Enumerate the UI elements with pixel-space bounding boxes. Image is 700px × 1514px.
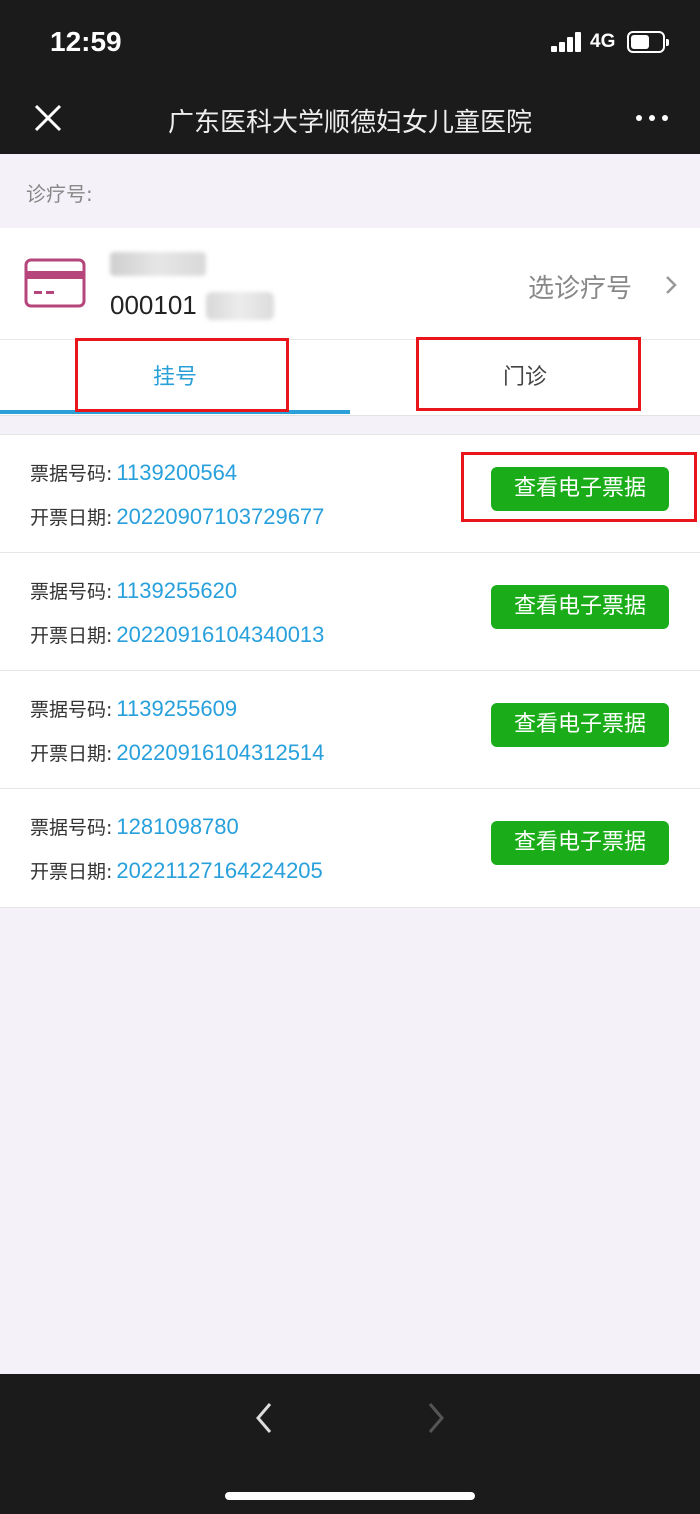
patient-name-redacted [110, 252, 206, 276]
more-options-button[interactable] [630, 108, 674, 128]
close-button[interactable] [30, 100, 66, 136]
highlight-box-tab-registration [75, 338, 289, 412]
signal-icon [551, 32, 583, 52]
issue-date-label: 开票日期: [30, 507, 113, 529]
forward-button[interactable] [422, 1398, 450, 1438]
highlight-box-tab-outpatient [416, 337, 641, 411]
close-icon [34, 104, 62, 132]
receipt-number-label: 票据号码: [30, 817, 113, 839]
receipt-number-label: 票据号码: [30, 581, 113, 603]
receipt-number: 1139255620 [116, 578, 238, 603]
receipt-number-label: 票据号码: [30, 699, 113, 721]
bottom-nav-bar [0, 1374, 700, 1514]
chevron-right-icon [666, 276, 677, 294]
receipt-number: 1139255609 [116, 696, 238, 721]
issue-date: 20221127164224205 [116, 858, 323, 883]
view-e-receipt-button[interactable]: 查看电子票据 [491, 821, 669, 865]
card-number-redacted [206, 292, 274, 320]
receipt-row: 票据号码: 1139255620 开票日期: 20220916104340013 查… [0, 553, 700, 671]
issue-date: 20220907103729677 [116, 504, 325, 529]
view-e-receipt-button[interactable]: 查看电子票据 [491, 703, 669, 747]
page-title: 广东医科大学顺德妇女儿童医院 [167, 108, 532, 138]
receipt-number-label: 票据号码: [30, 463, 113, 485]
issue-date-label: 开票日期: [30, 625, 113, 647]
battery-icon [627, 31, 669, 53]
receipt-row: 票据号码: 1281098780 开票日期: 20221127164224205 查… [0, 789, 700, 907]
status-bar: 12:59 4G [0, 0, 700, 86]
receipt-number: 1281098780 [116, 814, 239, 839]
chevron-right-icon [428, 1403, 444, 1433]
issue-date-label: 开票日期: [30, 861, 113, 883]
highlight-box-view-button [461, 452, 697, 522]
select-card-link[interactable]: 选诊疗号 [528, 268, 632, 305]
receipt-row: 票据号码: 1139255609 开票日期: 20220916104312514 查… [0, 671, 700, 789]
section-label: 诊疗号: [26, 182, 93, 206]
back-button[interactable] [250, 1398, 278, 1438]
card-number: 000101 [110, 290, 197, 320]
card-icon [24, 258, 86, 308]
view-e-receipt-button[interactable]: 查看电子票据 [491, 585, 669, 629]
patient-card-row[interactable]: 000101 选诊疗号 [0, 228, 700, 340]
network-type: 4G [590, 31, 616, 52]
issue-date-label: 开票日期: [30, 743, 113, 765]
issue-date: 20220916104312514 [116, 740, 325, 765]
receipt-number: 1139200564 [116, 460, 238, 485]
issue-date: 20220916104340013 [116, 622, 325, 647]
nav-bar: 广东医科大学顺德妇女儿童医院 [0, 86, 700, 154]
home-indicator [225, 1492, 475, 1500]
status-time: 12:59 [50, 26, 122, 57]
chevron-left-icon [256, 1403, 272, 1433]
